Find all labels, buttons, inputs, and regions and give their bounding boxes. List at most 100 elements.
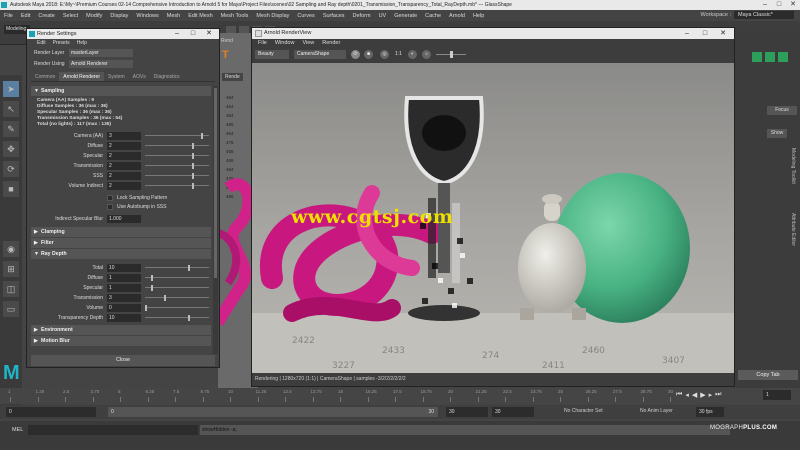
- start-frame-field[interactable]: 0: [6, 407, 96, 417]
- attribute-editor-tab[interactable]: Attribute Editor: [790, 213, 796, 246]
- param-slider-knob[interactable]: [191, 183, 194, 189]
- param-slider[interactable]: [145, 267, 209, 268]
- param-slider-knob[interactable]: [188, 315, 191, 321]
- tab-arnold-renderer[interactable]: Arnold Renderer: [59, 72, 104, 81]
- render-settings-scrollbar[interactable]: [213, 86, 218, 354]
- minimize-icon[interactable]: –: [169, 29, 185, 39]
- menu-item-curves[interactable]: Curves: [297, 13, 314, 19]
- zoom-ratio[interactable]: 1:1: [395, 51, 402, 57]
- mel-label[interactable]: MEL: [12, 427, 23, 433]
- scroll-thumb[interactable]: [214, 88, 217, 278]
- focus-button[interactable]: Focus: [767, 106, 797, 115]
- workspace-dropdown[interactable]: Maya Classic*: [734, 11, 794, 19]
- go-start-icon[interactable]: ⏮: [676, 391, 682, 399]
- show-button[interactable]: Show: [767, 129, 787, 138]
- menu-item-display[interactable]: Display: [110, 13, 128, 19]
- param-slider-knob[interactable]: [191, 143, 194, 149]
- param-slider[interactable]: [145, 145, 209, 146]
- param-value[interactable]: 2: [107, 152, 141, 160]
- param-slider[interactable]: [145, 277, 209, 278]
- lock-sampling-check[interactable]: Lock Sampling Pattern: [31, 194, 211, 203]
- checkbox[interactable]: [107, 195, 113, 201]
- play-forward-icon[interactable]: ▶: [700, 391, 705, 399]
- layout-two-icon[interactable]: ◫: [3, 281, 19, 297]
- maximize-icon[interactable]: □: [185, 29, 201, 39]
- param-slider[interactable]: [145, 135, 209, 136]
- step-back-icon[interactable]: ◂: [685, 391, 689, 399]
- anim-layer-label[interactable]: No Anim Layer: [640, 408, 673, 414]
- param-value[interactable]: 1: [107, 284, 141, 292]
- menu-item-surfaces[interactable]: Surfaces: [323, 13, 345, 19]
- copy-tab-button[interactable]: Copy Tab: [738, 370, 798, 380]
- lasso-icon[interactable]: ↖: [3, 101, 19, 117]
- param-slider-knob[interactable]: [188, 265, 191, 271]
- param-slider[interactable]: [145, 297, 209, 298]
- channel-icon[interactable]: ◐: [408, 50, 417, 59]
- exposure-knob[interactable]: [450, 51, 453, 58]
- param-slider[interactable]: [145, 287, 209, 288]
- go-end-icon[interactable]: ⏭: [715, 391, 721, 399]
- maximize-icon[interactable]: □: [696, 28, 714, 39]
- rotate-icon[interactable]: ⟳: [3, 161, 19, 177]
- select-arrow-icon[interactable]: ➤: [3, 81, 19, 97]
- param-value[interactable]: 2: [107, 142, 141, 150]
- menu-item-arnold[interactable]: Arnold: [449, 13, 465, 19]
- menu-item-generate[interactable]: Generate: [394, 13, 417, 19]
- rv-menu-render[interactable]: Render: [322, 39, 340, 48]
- menu-item-modify[interactable]: Modify: [86, 13, 102, 19]
- menu-item-edit[interactable]: Edit: [21, 13, 30, 19]
- maximize-icon[interactable]: □: [772, 0, 786, 10]
- render-settings-title-bar[interactable]: Render Settings – □ ✕: [27, 29, 219, 39]
- param-value[interactable]: 2: [107, 182, 141, 190]
- param-value[interactable]: 3: [107, 132, 141, 140]
- play-back-icon[interactable]: ◀: [692, 391, 697, 399]
- menu-item-mesh-display[interactable]: Mesh Display: [256, 13, 289, 19]
- menu-item-create[interactable]: Create: [38, 13, 55, 19]
- param-slider[interactable]: [145, 175, 209, 176]
- param-slider-knob[interactable]: [151, 275, 154, 281]
- section-clamping[interactable]: ▶ Clamping: [31, 227, 211, 237]
- param-slider[interactable]: [145, 155, 209, 156]
- param-slider-knob[interactable]: [163, 295, 166, 301]
- menu-item-select[interactable]: Select: [63, 13, 78, 19]
- fps-dropdown[interactable]: 30 fps: [696, 407, 724, 417]
- tab-aovs[interactable]: AOVs: [129, 72, 150, 81]
- section-sampling[interactable]: ▼ Sampling: [31, 86, 211, 96]
- minimize-icon[interactable]: –: [758, 0, 772, 10]
- autobump-check[interactable]: Use Autobump in SSS: [31, 203, 211, 212]
- param-slider[interactable]: [145, 165, 209, 166]
- param-slider-knob[interactable]: [191, 153, 194, 159]
- param-value[interactable]: 3: [107, 294, 141, 302]
- param-slider-knob[interactable]: [151, 285, 154, 291]
- param-value[interactable]: 10: [107, 264, 141, 272]
- render-layer-dropdown[interactable]: masterLayer: [69, 49, 133, 57]
- param-value[interactable]: 10: [107, 314, 141, 322]
- renderview-title-bar[interactable]: Arnold RenderView – □ ✕: [252, 28, 734, 39]
- rv-menu-window[interactable]: Window: [275, 39, 295, 48]
- minimize-icon[interactable]: –: [678, 28, 696, 39]
- menu-item-help[interactable]: Help: [473, 13, 484, 19]
- scale-icon[interactable]: ■: [3, 181, 19, 197]
- param-slider[interactable]: [145, 185, 209, 186]
- render-icon[interactable]: ⟳: [351, 50, 360, 59]
- close-icon[interactable]: ✕: [201, 29, 217, 39]
- rs-menu-help[interactable]: Help: [77, 39, 87, 48]
- tab-common[interactable]: Common: [31, 72, 59, 81]
- character-set-label[interactable]: No Character Set: [564, 408, 603, 414]
- checkbox[interactable]: [107, 204, 113, 210]
- tab-system[interactable]: System: [104, 72, 129, 81]
- layout-single-icon[interactable]: ◉: [3, 241, 19, 257]
- stop-icon[interactable]: ■: [364, 50, 373, 59]
- region-icon[interactable]: ◎: [380, 50, 389, 59]
- param-value[interactable]: 1: [107, 274, 141, 282]
- menu-item-file[interactable]: File: [4, 13, 13, 19]
- param-value[interactable]: 0: [107, 304, 141, 312]
- menu-item-mesh[interactable]: Mesh: [167, 13, 180, 19]
- section-filter[interactable]: ▶ Filter: [31, 238, 211, 248]
- param-value[interactable]: 2: [107, 162, 141, 170]
- section-motion-blur[interactable]: ▶ Motion Blur: [31, 336, 211, 346]
- menu-item-mesh-tools[interactable]: Mesh Tools: [221, 13, 249, 19]
- menu-item-windows[interactable]: Windows: [136, 13, 158, 19]
- step-forward-icon[interactable]: ▸: [709, 391, 713, 399]
- param-slider-knob[interactable]: [191, 163, 194, 169]
